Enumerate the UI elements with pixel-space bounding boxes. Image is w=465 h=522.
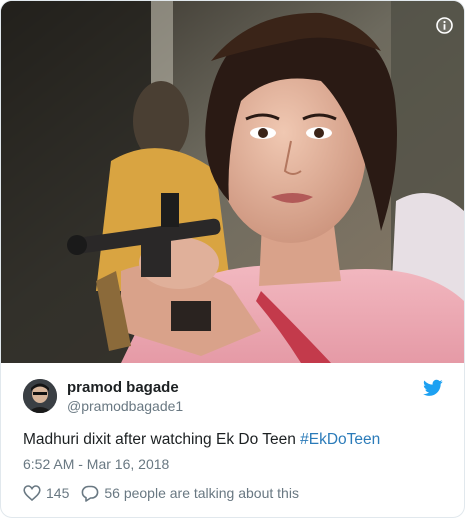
author-display-name[interactable]: pramod bagade [67, 379, 179, 396]
tweet-body: Madhuri dixit after watching Ek Do Teen [23, 431, 301, 448]
avatar-image [23, 379, 57, 413]
info-icon [435, 16, 453, 34]
like-count: 145 [46, 485, 70, 501]
heart-icon [23, 485, 41, 501]
twitter-bird-icon[interactable] [423, 379, 443, 397]
hashtag-link[interactable]: #EkDoTeen [300, 431, 380, 448]
tweet-text: Madhuri dixit after watching Ek Do Teen … [23, 431, 380, 449]
reply-button[interactable]: 56 people are talking about this [81, 485, 299, 502]
tweet-author: pramod bagade @pramodbagade1 [23, 377, 443, 417]
speech-bubble-icon [81, 485, 99, 502]
author-handle[interactable]: @pramodbagade1 [67, 398, 183, 414]
like-button[interactable]: 145 [23, 485, 69, 501]
tweet-timestamp[interactable]: 6:52 AM - Mar 16, 2018 [23, 456, 169, 472]
info-button[interactable] [432, 13, 456, 37]
conversation-count: 56 people are talking about this [104, 485, 299, 501]
avatar[interactable] [23, 379, 57, 413]
tweet-photo[interactable] [1, 1, 464, 363]
photo-illustration [1, 1, 464, 363]
tweet-actions: 145 56 people are talking about this [23, 483, 299, 503]
embedded-tweet-card: pramod bagade @pramodbagade1 Madhuri dix… [0, 0, 465, 518]
